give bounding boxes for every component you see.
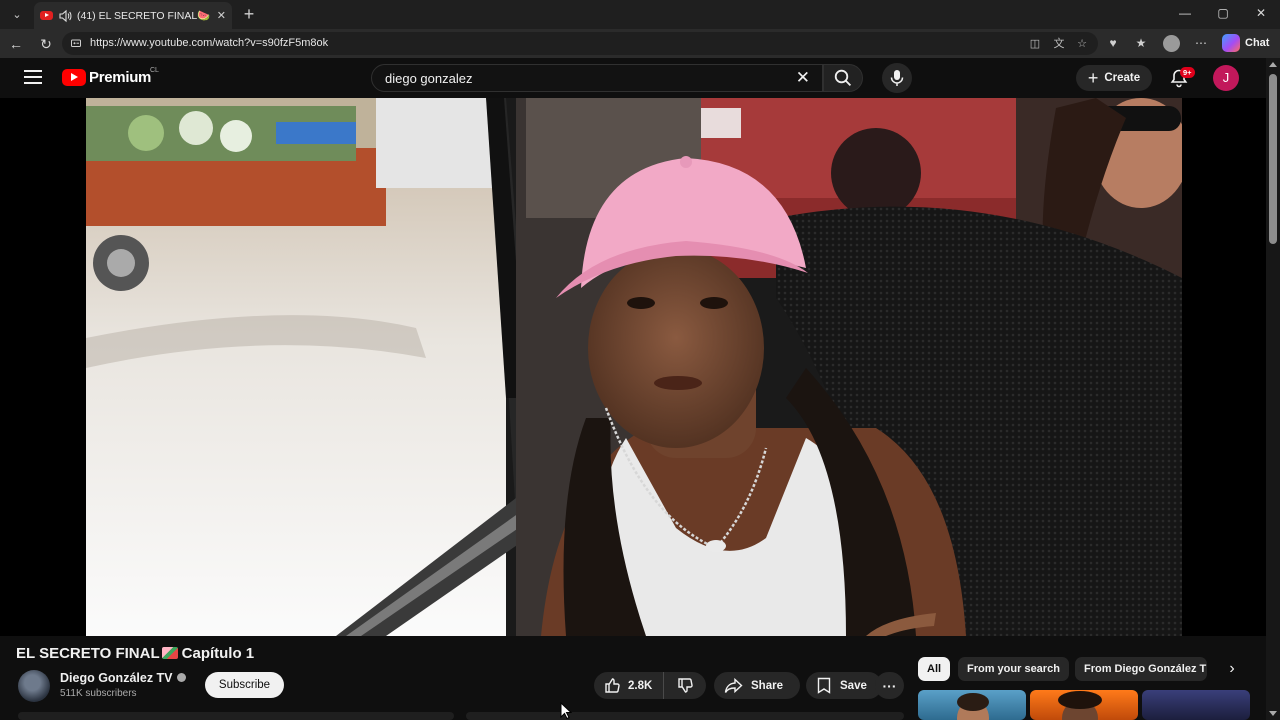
- chip-from-your-search[interactable]: From your search: [958, 657, 1069, 681]
- thumbnail-image: [957, 693, 989, 720]
- url-text[interactable]: https://www.youtube.com/watch?v=s90fzF5m…: [90, 37, 328, 49]
- youtube-favicon-icon: [40, 11, 53, 20]
- window-close-icon[interactable]: ✕: [1252, 6, 1270, 22]
- tab-title: (41) EL SECRETO FINAL🍉 Ca: [77, 10, 212, 22]
- scroll-thumb[interactable]: [1269, 74, 1277, 244]
- description-box-edge: [466, 712, 904, 720]
- description-box-edge: [18, 712, 454, 720]
- scroll-up-icon[interactable]: [1269, 62, 1277, 67]
- recommended-thumbnail[interactable]: [918, 690, 1026, 720]
- clear-search-icon[interactable]: ✕: [796, 69, 810, 87]
- browser-essentials-icon[interactable]: ♥: [1104, 34, 1122, 52]
- thumbnail-image: [1058, 691, 1102, 720]
- like-count: 2.8K: [628, 679, 653, 692]
- browser-toolbar: ← ↻ https://www.youtube.com/watch?v=s90f…: [0, 29, 1280, 58]
- scroll-down-icon[interactable]: [1269, 711, 1277, 716]
- browser-tab-bar: ⌄ (41) EL SECRETO FINAL🍉 Ca ✕ + — ▢ ✕: [0, 0, 1280, 29]
- video-player[interactable]: [0, 98, 1266, 636]
- video-title-suffix: Capítulo 1: [181, 645, 255, 662]
- back-icon[interactable]: ←: [6, 34, 26, 54]
- app-available-icon[interactable]: ◫: [1028, 37, 1042, 51]
- settings-more-icon[interactable]: ⋯: [1192, 34, 1210, 52]
- video-frame[interactable]: [86, 98, 1182, 636]
- verified-icon: [176, 673, 186, 682]
- tab-close-icon[interactable]: ✕: [217, 9, 226, 22]
- recommended-thumbnail[interactable]: [1030, 690, 1138, 720]
- video-title: EL SECRETO FINAL Capítulo 1: [16, 645, 254, 662]
- browser-profile-icon[interactable]: [1163, 35, 1180, 52]
- browser-tab-active[interactable]: (41) EL SECRETO FINAL🍉 Ca ✕: [34, 2, 232, 29]
- minimize-icon[interactable]: —: [1176, 6, 1194, 22]
- country-code: CL: [150, 67, 159, 74]
- menu-icon[interactable]: [24, 70, 42, 84]
- chip-all[interactable]: All: [918, 657, 951, 681]
- share-label: Share: [751, 679, 783, 692]
- plus-icon: +: [1087, 68, 1099, 88]
- page-scrollbar[interactable]: [1266, 58, 1280, 720]
- dislike-icon: [677, 678, 693, 693]
- account-avatar[interactable]: J: [1213, 65, 1239, 91]
- youtube-premium-logo[interactable]: Premium CL: [62, 67, 159, 86]
- search-input[interactable]: diego gonzalez ✕: [371, 64, 823, 92]
- more-actions-button[interactable]: ···: [875, 672, 904, 699]
- youtube-logo-icon: [62, 69, 86, 86]
- favorite-star-icon[interactable]: ☆: [1075, 37, 1089, 51]
- subscriber-count: 511K subscribers: [60, 688, 137, 699]
- create-button[interactable]: + Create: [1076, 65, 1152, 91]
- save-label: Save: [840, 679, 867, 692]
- notification-badge: 9+: [1180, 67, 1195, 78]
- tab-actions-chevron-icon[interactable]: ⌄: [6, 4, 28, 24]
- chevron-right-icon[interactable]: ›: [1222, 659, 1242, 679]
- save-button[interactable]: Save: [806, 672, 882, 699]
- copilot-chat-button[interactable]: Chat: [1222, 33, 1269, 53]
- speaker-icon[interactable]: [58, 9, 72, 23]
- brand-label: Premium: [89, 69, 152, 86]
- translate-icon[interactable]: 文: [1052, 37, 1066, 51]
- chat-label: Chat: [1245, 37, 1270, 49]
- save-icon: [817, 677, 831, 694]
- share-button[interactable]: Share: [714, 672, 800, 699]
- address-bar[interactable]: https://www.youtube.com/watch?v=s90fzF5m…: [62, 32, 1098, 55]
- copilot-icon: [1222, 34, 1240, 52]
- channel-name[interactable]: Diego González TV: [60, 671, 186, 685]
- create-label: Create: [1104, 72, 1141, 84]
- like-icon: [605, 678, 620, 693]
- like-button[interactable]: 2.8K: [594, 672, 664, 699]
- reload-icon[interactable]: ↻: [36, 34, 56, 54]
- site-info-icon[interactable]: [70, 37, 82, 49]
- new-tab-icon[interactable]: +: [239, 4, 259, 24]
- search-button[interactable]: [823, 64, 863, 92]
- maximize-icon[interactable]: ▢: [1214, 6, 1232, 22]
- video-still-image: [86, 98, 1182, 636]
- like-dislike-group: 2.8K: [594, 672, 706, 699]
- chip-from-channel[interactable]: From Diego González T: [1075, 657, 1207, 681]
- channel-avatar[interactable]: [18, 670, 50, 702]
- mic-icon: [890, 70, 904, 86]
- dislike-button[interactable]: [664, 672, 706, 699]
- search-icon: [834, 69, 852, 87]
- subscribe-button[interactable]: Subscribe: [205, 672, 284, 698]
- share-icon: [724, 677, 743, 693]
- channel-name-text[interactable]: Diego González TV: [60, 671, 173, 685]
- watermelon-emoji-icon: [161, 647, 178, 659]
- search-query[interactable]: diego gonzalez: [385, 71, 472, 86]
- youtube-header: Premium CL diego gonzalez ✕ + Create 9+ …: [0, 58, 1266, 98]
- recommended-thumbnail[interactable]: [1142, 690, 1250, 720]
- favorites-icon[interactable]: ★: [1132, 34, 1150, 52]
- video-title-text: EL SECRETO FINAL: [16, 645, 160, 662]
- voice-search-button[interactable]: [882, 63, 912, 93]
- mouse-cursor-icon: [560, 702, 572, 720]
